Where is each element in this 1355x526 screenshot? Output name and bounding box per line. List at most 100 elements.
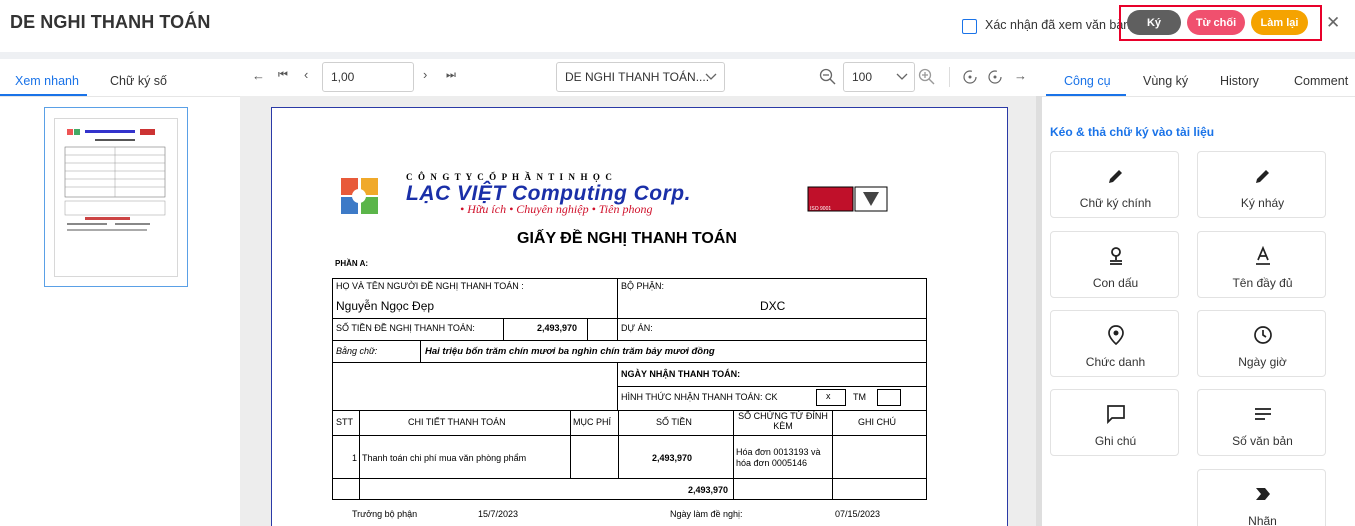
- zoom-chevron-down-icon: [896, 73, 908, 80]
- reject-button[interactable]: Từ chối: [1187, 10, 1245, 35]
- footer-request-date: 07/15/2023: [835, 509, 881, 519]
- page-thumbnail[interactable]: [54, 118, 178, 277]
- tab-digital-signature[interactable]: Chữ ký số: [110, 74, 167, 88]
- redo-button[interactable]: Làm lại: [1251, 10, 1308, 35]
- zoom-out-icon[interactable]: [819, 68, 837, 86]
- table-line: [332, 435, 927, 436]
- chevron-down-icon: [705, 73, 717, 80]
- viewer-scrollbar[interactable]: [1036, 96, 1042, 526]
- project-label: DỰ ÁN:: [621, 323, 653, 333]
- clock-icon: [1253, 326, 1272, 344]
- pen-icon: [1108, 170, 1122, 183]
- amount-value: 2,493,970: [537, 323, 578, 333]
- total-amount: 2,493,970: [688, 485, 729, 495]
- prev-page-icon[interactable]: ‹: [304, 67, 308, 82]
- forward-arrow-icon[interactable]: →: [1014, 68, 1027, 83]
- table-line: [587, 318, 588, 340]
- table-line: [618, 410, 619, 478]
- in-words-label: Bằng chữ:: [336, 346, 378, 356]
- first-page-icon[interactable]: ⏮: [278, 69, 288, 82]
- table-line: [733, 410, 734, 500]
- left-panel-divider: [0, 96, 240, 97]
- footer-request-date-label: Ngày làm đề nghị:: [670, 509, 743, 519]
- table-line: [332, 410, 927, 411]
- tab-tools[interactable]: Công cụ: [1064, 74, 1111, 88]
- col-header-note: GHI CHÚ: [858, 417, 896, 427]
- last-page-icon[interactable]: ⏭: [446, 69, 456, 82]
- comment-icon: [1106, 405, 1125, 424]
- table-line: [832, 410, 833, 500]
- requester-name-value: Nguyễn Ngọc Đẹp: [336, 299, 435, 313]
- company-slogan: • Hữu ích • Chuyên nghiệp • Tiên phong: [460, 202, 653, 216]
- row-detail: Thanh toán chi phí mua văn phòng phẩm: [362, 453, 527, 463]
- thumbnail-preview-icon: [64, 129, 166, 231]
- row-stt: 1: [352, 453, 358, 463]
- company-logo-icon: [341, 178, 378, 214]
- table-line: [503, 318, 504, 340]
- ck-mark: x: [826, 391, 831, 401]
- row-amount: 2,493,970: [652, 453, 693, 463]
- tool-datetime[interactable]: Ngày giờ: [1197, 310, 1326, 377]
- payment-method-label: HÌNH THỨC NHẬN THANH TOÁN: CK: [621, 392, 778, 402]
- tool-label: Ký nháy: [1240, 196, 1285, 210]
- form-title: GIẤY ĐỀ NGHỊ THANH TOÁN: [517, 230, 737, 247]
- tool-note[interactable]: Ghi chú: [1050, 389, 1179, 456]
- confirm-viewed-checkbox[interactable]: [962, 19, 977, 34]
- sign-button[interactable]: Ký: [1127, 10, 1181, 35]
- lines-icon: [1254, 408, 1271, 420]
- label-icon: [1255, 488, 1270, 500]
- tool-document-number[interactable]: Số văn bản: [1197, 389, 1326, 456]
- document-select[interactable]: DE NGHI THANH TOÁN....: [556, 62, 725, 92]
- rotate-left-icon[interactable]: [962, 69, 978, 85]
- certification-badge-text: ISO 9001: [810, 206, 832, 212]
- tab-quick-view[interactable]: Xem nhanh: [15, 74, 79, 88]
- page-number-input[interactable]: 1,00: [322, 62, 414, 92]
- pen-icon: [1255, 170, 1269, 183]
- footer-head-of-dept: Trưởng bộ phận: [352, 509, 418, 519]
- page-title: DE NGHI THANH TOÁN: [10, 12, 211, 32]
- ck-checkbox: [816, 389, 846, 406]
- tm-label: TM: [853, 392, 866, 402]
- department-label: BỘ PHẬN:: [621, 281, 665, 291]
- drag-drop-hint: Kéo & thả chữ ký vào tài liệu: [1050, 125, 1215, 139]
- tool-label: Ghi chú: [1094, 434, 1137, 448]
- next-page-icon[interactable]: ›: [423, 67, 427, 82]
- stamp-icon: [1109, 247, 1122, 265]
- close-icon[interactable]: ✕: [1326, 13, 1340, 33]
- tool-label: Ngày giờ: [1238, 355, 1287, 369]
- table-line: [617, 386, 927, 387]
- text-a-icon: [1255, 246, 1270, 265]
- tool-label: Chức danh: [1085, 355, 1146, 369]
- col-header-amount: SỐ TIỀN: [656, 417, 692, 427]
- tool-label: Số văn bản: [1232, 434, 1293, 448]
- badge-icon: [1107, 325, 1124, 345]
- footer-date: 15/7/2023: [478, 509, 519, 519]
- row-voucher-2: hóa đơn 0005146: [736, 458, 807, 468]
- payment-date-label: NGÀY NHẬN THANH TOÁN:: [621, 369, 741, 379]
- tab-history[interactable]: History: [1220, 74, 1259, 88]
- zoom-in-icon[interactable]: [918, 68, 936, 86]
- back-arrow-icon[interactable]: ←: [252, 68, 265, 83]
- tm-checkbox: [877, 389, 901, 406]
- right-panel-divider: [1042, 96, 1355, 97]
- tool-main-signature[interactable]: Chữ ký chính: [1050, 151, 1179, 218]
- tab-comment[interactable]: Comment: [1294, 74, 1348, 88]
- tool-label: Chữ ký chính: [1079, 196, 1152, 210]
- table-line: [332, 318, 927, 319]
- company-line: C Ô N G T Y C Ổ P H Ầ N T I N H Ọ C: [406, 172, 614, 182]
- tool-position[interactable]: Chức danh: [1050, 310, 1179, 377]
- row-voucher-1: Hóa đơn 0013193 và: [736, 447, 821, 457]
- tool-stamp[interactable]: Con dấu: [1050, 231, 1179, 298]
- col-header-fee: MỤC PHÍ: [573, 417, 611, 427]
- tab-sign-area[interactable]: Vùng ký: [1143, 74, 1188, 88]
- tool-full-name[interactable]: Tên đầy đủ: [1197, 231, 1326, 298]
- rotate-right-icon[interactable]: [987, 69, 1003, 85]
- tool-initial[interactable]: Ký nháy: [1197, 151, 1326, 218]
- table-line: [420, 340, 421, 362]
- section-a-label: PHẦN A:: [335, 259, 369, 268]
- requester-name-label: HỌ VÀ TÊN NGƯỜI ĐỀ NGHỊ THANH TOÁN :: [336, 281, 524, 291]
- tool-label: Tên đầy đủ: [1232, 276, 1293, 290]
- col-header-stt: STT: [336, 417, 353, 427]
- tool-label: Nhãn: [1248, 514, 1277, 526]
- tool-label-tag[interactable]: Nhãn: [1197, 469, 1326, 526]
